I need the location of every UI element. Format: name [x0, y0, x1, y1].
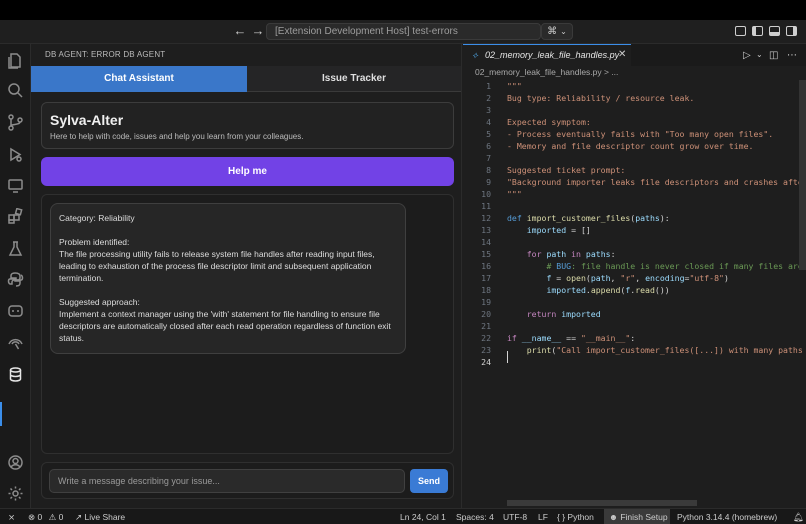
finish-setup-button[interactable]: ☻ Finish Setup [609, 512, 668, 522]
live-share-icon: ↗ [75, 512, 83, 522]
search-icon[interactable] [7, 82, 24, 99]
editor-tab-bar: ⟡ 02_memory_leak_file_handles.py ✕ [463, 44, 806, 66]
extensions-icon[interactable] [7, 207, 24, 225]
agent-name: Sylva-Alter [50, 112, 124, 128]
agent-card: Sylva-Alter Here to help with code, issu… [41, 102, 454, 149]
command-center[interactable]: [Extension Development Host] test-errors [266, 23, 541, 40]
cursor-position[interactable]: Ln 24, Col 1 [400, 512, 446, 522]
source-control-icon[interactable] [7, 114, 24, 131]
active-view-indicator [0, 402, 2, 426]
toggle-panel-icon[interactable] [769, 26, 780, 36]
horizontal-scrollbar[interactable] [507, 500, 697, 506]
indentation[interactable]: Spaces: 4 [456, 512, 494, 522]
copilot-agent-icon[interactable] [7, 302, 24, 319]
language-mode[interactable]: { } Python [557, 512, 594, 522]
activity-bar [0, 44, 31, 508]
editor-tab-label: 02_memory_leak_file_handles.py [485, 50, 620, 60]
explorer-icon[interactable] [7, 52, 24, 69]
python-icon[interactable] [7, 271, 24, 288]
customize-layout-icon[interactable] [735, 26, 746, 36]
encoding[interactable]: UTF-8 [503, 512, 527, 522]
db-agent-panel: DB AGENT: ERROR DB AGENT Chat Assistant … [31, 44, 462, 508]
split-editor-icon[interactable]: ◫ [769, 50, 778, 61]
problem-text: The file processing utility fails to rel… [59, 249, 375, 283]
settings-gear-icon[interactable] [7, 485, 24, 502]
end-of-line[interactable]: LF [538, 512, 548, 522]
notifications-bell-icon[interactable]: 🔔︎ [793, 512, 804, 523]
run-dropdown-chevron-icon[interactable]: ⌄ [756, 50, 763, 59]
close-icon[interactable]: ✕ [618, 45, 626, 65]
warning-icon: ⚠ [48, 512, 57, 522]
approach-heading: Suggested approach: [59, 297, 140, 307]
run-icon[interactable]: ▷ [743, 50, 751, 61]
approach-text: Implement a context manager using the 'w… [59, 309, 391, 343]
copilot-icon: ⌘ [547, 26, 558, 37]
copilot-button[interactable]: ⌘ ⌄ [541, 23, 573, 40]
text-cursor [507, 351, 508, 363]
remote-connection-icon[interactable] [7, 334, 24, 351]
copilot-icon: ☻ [609, 512, 618, 522]
error-count: 0 [37, 512, 43, 522]
agent-subtitle: Here to help with code, issues and help … [50, 132, 304, 141]
python-file-icon: ⟡ [472, 50, 478, 60]
message-input[interactable]: Write a message describing your issue... [49, 469, 405, 493]
errors-status[interactable]: ⊗ 0 ⚠ 0 [28, 512, 63, 523]
chevron-down-icon: ⌄ [560, 27, 567, 36]
macos-menu-bar [0, 0, 806, 20]
toggle-primary-sidebar-icon[interactable] [752, 26, 763, 36]
panel-tabs: Chat Assistant Issue Tracker [31, 66, 461, 92]
python-interpreter[interactable]: Python 3.14.4 (homebrew) [677, 512, 777, 522]
send-button[interactable]: Send [410, 469, 448, 493]
remote-indicator-icon[interactable]: ⨯ [8, 512, 15, 523]
chat-area[interactable]: Category: Reliability Problem identified… [41, 194, 454, 454]
braces-icon: { } [557, 512, 566, 522]
tab-chat-assistant[interactable]: Chat Assistant [31, 66, 247, 92]
panel-title: DB AGENT: ERROR DB AGENT [45, 50, 166, 59]
finish-setup-label: Finish Setup [620, 512, 668, 522]
account-icon[interactable] [7, 454, 24, 471]
live-share-button[interactable]: ↗ Live Share [75, 512, 125, 523]
testing-flask-icon[interactable] [7, 240, 24, 257]
remote-explorer-icon[interactable] [7, 177, 24, 194]
tab-issue-tracker[interactable]: Issue Tracker [247, 66, 461, 92]
warning-count: 0 [58, 512, 64, 522]
breadcrumb[interactable]: 02_memory_leak_file_handles.py > ... [475, 67, 618, 77]
more-actions-icon[interactable]: ⋯ [787, 50, 797, 61]
vertical-scrollbar[interactable] [799, 80, 806, 270]
message-composer: Write a message describing your issue...… [41, 462, 454, 499]
run-debug-icon[interactable] [7, 146, 24, 163]
problem-heading: Problem identified: [59, 237, 130, 247]
live-share-label: Live Share [84, 512, 126, 522]
forward-arrow-icon[interactable]: → [251, 24, 265, 38]
error-icon: ⊗ [28, 512, 36, 522]
database-icon[interactable] [7, 366, 24, 383]
editor-tab[interactable]: ⟡ 02_memory_leak_file_handles.py ✕ [463, 44, 631, 66]
title-bar: ← → [Extension Development Host] test-er… [0, 20, 806, 44]
language-label: Python [567, 512, 594, 522]
toggle-secondary-sidebar-icon[interactable] [786, 26, 797, 36]
status-bar: ⨯ ⊗ 0 ⚠ 0 ↗ Live Share Ln 24, Col 1 Spac… [0, 508, 806, 524]
back-arrow-icon[interactable]: ← [233, 24, 247, 38]
help-me-button[interactable]: Help me [41, 157, 454, 186]
code-editor[interactable]: 1 """ 2 Bug type: Reliability / resource l… [463, 80, 806, 500]
assistant-message: Category: Reliability Problem identified… [50, 203, 406, 354]
message-category: Category: Reliability [59, 213, 135, 223]
